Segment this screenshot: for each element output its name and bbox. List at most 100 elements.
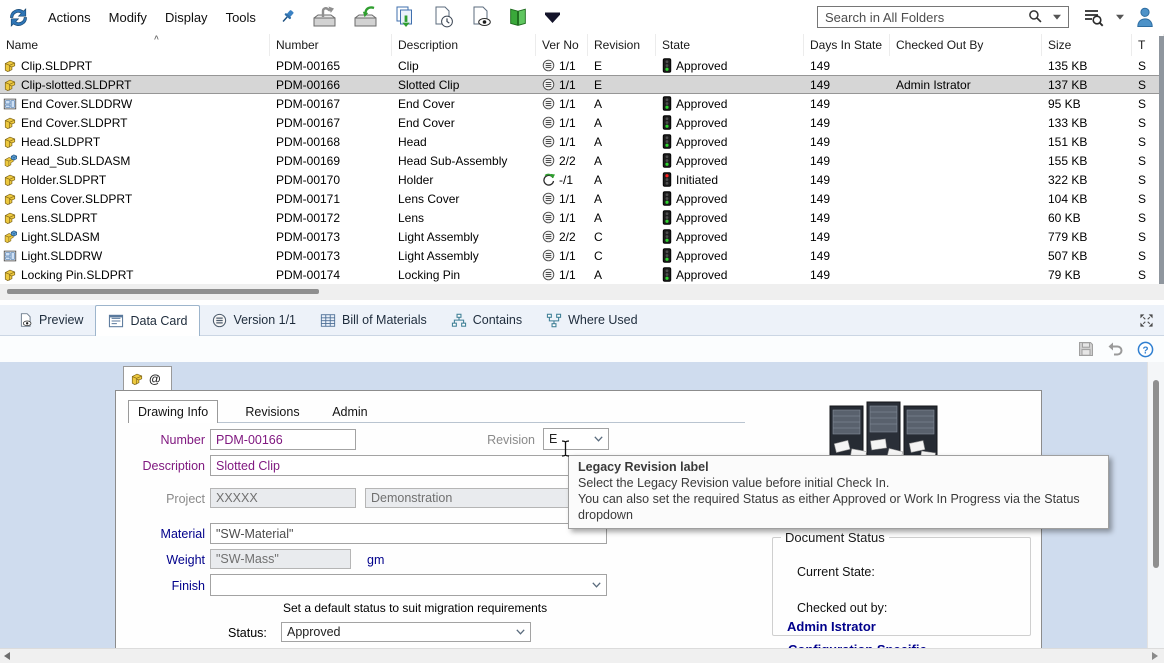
tab-version-1-1[interactable]: Version 1/1 — [200, 305, 308, 335]
file-row[interactable]: End Cover.SLDDRWPDM-00167End Cover1/1AAp… — [0, 94, 1164, 113]
file-card-tab[interactable]: @ — [123, 366, 172, 391]
scroll-right-arrow[interactable] — [1151, 652, 1158, 660]
column-header-revision[interactable]: Revision — [588, 34, 656, 56]
cell-text: 1/1 — [559, 116, 576, 130]
file-list-vertical-scrollbar[interactable] — [1159, 36, 1164, 285]
view-file-icon[interactable] — [469, 5, 493, 29]
column-header-description[interactable]: Description — [392, 34, 536, 56]
cell-text: 1/1 — [559, 97, 576, 111]
vault-view-icon[interactable] — [507, 5, 529, 29]
advanced-search-icon[interactable] — [1083, 8, 1104, 27]
cell: 1/1 — [536, 113, 588, 132]
file-row[interactable]: Clip-slotted.SLDPRTPDM-00166Slotted Clip… — [0, 75, 1164, 94]
cell-text: 149 — [810, 249, 830, 263]
tab-contains[interactable]: Contains — [439, 305, 534, 335]
cell-text: A — [594, 211, 602, 225]
cell-text: 137 KB — [1048, 78, 1087, 92]
cell-text: Approved — [676, 135, 727, 149]
cell: A — [588, 151, 656, 170]
card-tab-admin[interactable]: Admin — [323, 402, 376, 422]
cell-text: S — [1138, 116, 1146, 130]
cell: PDM-00167 — [270, 94, 392, 113]
menu-modify[interactable]: Modify — [100, 10, 156, 25]
file-row[interactable]: Light.SLDDRWPDM-00173Light Assembly1/1CA… — [0, 246, 1164, 265]
column-header-state[interactable]: State — [656, 34, 804, 56]
menu-display[interactable]: Display — [156, 10, 217, 25]
check-in-icon[interactable] — [352, 6, 379, 29]
column-header-ver-no[interactable]: Ver No — [536, 34, 588, 56]
file-row[interactable]: Head.SLDPRTPDM-00168Head1/1AApproved1491… — [0, 132, 1164, 151]
menu-tools[interactable]: Tools — [217, 10, 265, 25]
tab-label: Where Used — [568, 313, 637, 327]
column-header-number[interactable]: Number — [270, 34, 392, 56]
bottom-scrollbar[interactable] — [0, 648, 1164, 663]
svg-text:?: ? — [1142, 345, 1148, 356]
get-version-icon[interactable] — [431, 5, 455, 29]
cell — [890, 246, 1042, 265]
search-icon[interactable] — [1028, 9, 1043, 24]
cell — [890, 189, 1042, 208]
column-header-checked-out-by[interactable]: Checked Out By — [890, 34, 1042, 56]
scroll-left-arrow[interactable] — [4, 652, 11, 660]
column-header-name[interactable]: Name — [0, 34, 270, 56]
card-vertical-scrollbar[interactable] — [1147, 362, 1164, 649]
cell: PDM-00173 — [270, 246, 392, 265]
cell: PDM-00169 — [270, 151, 392, 170]
file-row[interactable]: Light.SLDASMPDM-00173Light Assembly2/2CA… — [0, 227, 1164, 246]
save-icon[interactable] — [1078, 341, 1094, 357]
user-icon[interactable] — [1136, 7, 1154, 27]
material-field[interactable] — [210, 523, 607, 544]
dropdown-caret[interactable] — [1053, 14, 1061, 20]
tab-bill-of-materials[interactable]: Bill of Materials — [308, 305, 439, 335]
cell-text: S — [1138, 154, 1146, 168]
pin-icon[interactable] — [278, 8, 297, 27]
column-header-days-in-state[interactable]: Days In State — [804, 34, 890, 56]
cell-text: S — [1138, 230, 1146, 244]
version-icon — [542, 135, 555, 148]
tab-preview[interactable]: Preview — [6, 305, 95, 335]
file-row[interactable]: Locking Pin.SLDPRTPDM-00174Locking Pin1/… — [0, 265, 1164, 284]
part-icon — [3, 59, 17, 73]
cell-text: Light Assembly — [398, 249, 479, 263]
file-row[interactable]: Clip.SLDPRTPDM-00165Clip1/1EApproved1491… — [0, 56, 1164, 75]
cell: PDM-00167 — [270, 113, 392, 132]
cell-text: 1/1 — [559, 268, 576, 282]
undo-icon[interactable] — [1107, 341, 1124, 357]
number-field[interactable] — [210, 429, 356, 450]
scrollbar-thumb[interactable] — [7, 289, 319, 294]
file-row[interactable]: Lens Cover.SLDPRTPDM-00171Lens Cover1/1A… — [0, 189, 1164, 208]
document-status-title: Document Status — [781, 530, 889, 545]
cell: Head.SLDPRT — [0, 132, 270, 151]
expand-icon[interactable] — [1139, 313, 1154, 328]
revision-combo[interactable]: E — [543, 428, 609, 450]
cell-text: E — [594, 59, 602, 73]
finish-combo[interactable] — [210, 574, 607, 596]
file-row[interactable]: Head_Sub.SLDASMPDM-00169Head Sub-Assembl… — [0, 151, 1164, 170]
cell: 149 — [804, 94, 890, 113]
column-header-size[interactable]: Size — [1042, 34, 1132, 56]
weight-label: Weight — [40, 553, 205, 567]
help-icon[interactable]: ? — [1137, 341, 1154, 358]
file-row[interactable]: Lens.SLDPRTPDM-00172Lens1/1AApproved1496… — [0, 208, 1164, 227]
more-actions-chevron[interactable] — [543, 11, 562, 24]
file-row[interactable]: End Cover.SLDPRTPDM-00167End Cover1/1AAp… — [0, 113, 1164, 132]
cell: 60 KB — [1042, 208, 1132, 227]
cell-text: Approved — [676, 192, 727, 206]
card-tab-revisions[interactable]: Revisions — [236, 402, 308, 422]
cell-text: 1/1 — [559, 135, 576, 149]
tab-data-card[interactable]: Data Card — [95, 305, 200, 336]
menu-actions[interactable]: Actions — [39, 10, 100, 25]
tab-where-used[interactable]: Where Used — [534, 305, 649, 335]
file-row[interactable]: Holder.SLDPRTPDM-00170Holder-/1AInitiate… — [0, 170, 1164, 189]
cell-text: PDM-00167 — [276, 116, 340, 130]
scrollbar-thumb[interactable] — [1153, 380, 1159, 568]
project-code-field — [210, 488, 356, 508]
cell-text: Light Assembly — [398, 230, 479, 244]
dropdown-caret[interactable] — [1116, 14, 1124, 20]
check-out-icon[interactable] — [311, 6, 338, 29]
status-combo[interactable]: Approved — [281, 622, 531, 642]
get-latest-version-icon[interactable] — [393, 5, 417, 29]
card-tab-drawing-info[interactable]: Drawing Info — [128, 400, 218, 423]
file-list-horizontal-scrollbar[interactable] — [0, 284, 1164, 300]
cell: Light Assembly — [392, 227, 536, 246]
